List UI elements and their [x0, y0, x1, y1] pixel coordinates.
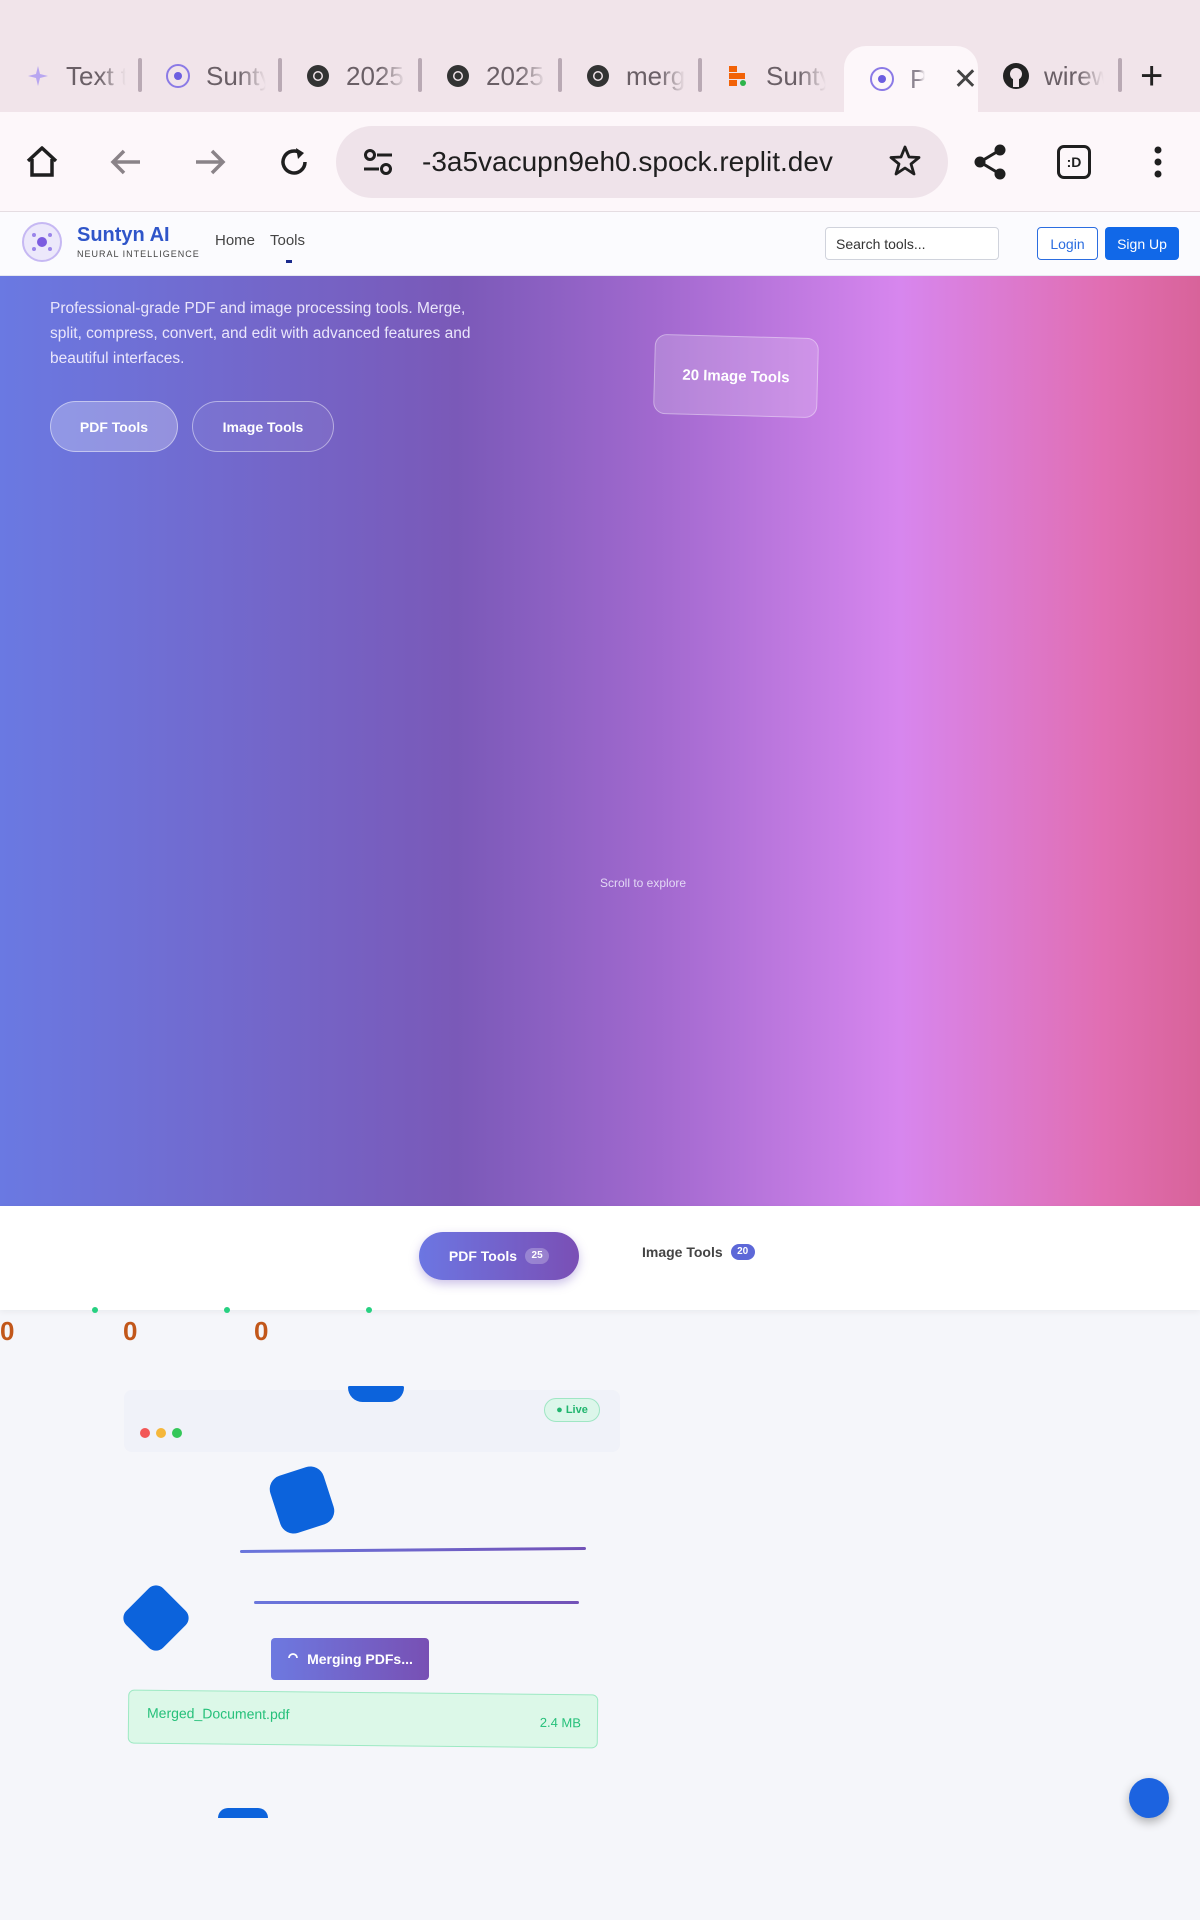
sparkle-icon [24, 62, 52, 90]
stat-indicator-dot [366, 1307, 372, 1313]
tab-label: PDF Tools [448, 1248, 518, 1264]
hero-image-tools-button[interactable]: Image Tools [192, 401, 334, 452]
hero-description: Professional-grade PDF and image process… [50, 300, 471, 367]
nav-link-home[interactable]: Home [215, 232, 255, 249]
scroll-hint: Scroll to explore [600, 876, 687, 890]
tab-image-tools[interactable]: Image Tools 20 [642, 1244, 755, 1260]
merged-file-result[interactable]: Merged_Document.pdf 2.4 MB [127, 1689, 599, 1749]
brand-name[interactable]: Suntyn AI [77, 224, 170, 247]
merge-progress-bar [254, 1601, 579, 1604]
tab-label: Image Tools [642, 1244, 723, 1260]
browser-tab-5[interactable]: merg [560, 50, 698, 102]
extension-label: :D [1057, 145, 1091, 179]
floating-action-button[interactable] [1129, 1778, 1169, 1818]
github-icon [1002, 62, 1030, 90]
chrome-icon [304, 62, 332, 90]
tab-divider [1118, 58, 1122, 92]
replit-icon [724, 62, 752, 90]
stat-value: 0 [254, 1316, 269, 1346]
browser-tab-6[interactable]: Sunty [700, 50, 838, 102]
site-settings-icon[interactable] [362, 148, 394, 181]
nav-link-tools[interactable]: Tools [270, 232, 305, 249]
merging-label: Merging PDFs... [307, 1651, 413, 1667]
floating-shape [266, 1462, 338, 1538]
tab-pdf-tools[interactable]: PDF Tools 25 [419, 1232, 579, 1280]
count-badge: 25 [525, 1248, 550, 1264]
active-nav-indicator [286, 260, 292, 263]
new-tab-icon[interactable]: + [1140, 56, 1163, 96]
window-close-dot [140, 1428, 150, 1438]
floating-shape [348, 1386, 404, 1402]
merge-demo-card: ● Live Merging PDFs... Merged_Document.p… [119, 1386, 620, 1818]
address-bar[interactable]: -3a5vacupn9eh0.spock.replit.dev [336, 126, 948, 198]
floating-shape [218, 1808, 268, 1818]
login-button[interactable]: Login [1037, 227, 1098, 260]
stat-value: 0 [0, 1316, 15, 1346]
result-file-name: Merged_Document.pdf [146, 1704, 290, 1723]
stat-value: 0 [123, 1316, 138, 1346]
image-tools-count-card: 20 Image Tools [652, 333, 820, 419]
tab-title: merg [626, 60, 686, 91]
suntyn-icon [868, 65, 896, 93]
back-arrow-icon[interactable] [104, 140, 148, 184]
forward-arrow-icon[interactable] [188, 140, 232, 184]
signup-button[interactable]: Sign Up [1105, 227, 1179, 260]
share-icon[interactable] [968, 140, 1012, 184]
browser-tab-3[interactable]: 2025( [280, 50, 418, 102]
site-navbar: Suntyn AI NEURAL INTELLIGENCE Home Tools… [0, 212, 1200, 276]
bookmark-star-icon[interactable] [888, 144, 922, 183]
url-text: -3a5vacupn9eh0.spock.replit.dev [422, 146, 833, 177]
category-tabs: PDF Tools 25 Image Tools 20 [0, 1206, 1200, 1310]
count-badge: 20 [730, 1244, 755, 1260]
floating-shape [119, 1581, 193, 1655]
browser-toolbar: -3a5vacupn9eh0.spock.replit.dev :D [0, 112, 1200, 212]
browser-tabstrip: Text t Sunty 2025( 2025( merg Sunty PD ✕… [0, 0, 1200, 112]
suntyn-icon [164, 62, 192, 90]
close-icon[interactable]: ✕ [953, 62, 978, 97]
suntyn-logo-icon[interactable] [22, 222, 62, 262]
tab-title: Text t [66, 60, 126, 91]
stat-indicator-dot [92, 1307, 98, 1313]
window-minimize-dot [156, 1428, 166, 1438]
browser-tab-2[interactable]: Sunty [140, 50, 278, 102]
chrome-icon [444, 62, 472, 90]
reload-icon[interactable] [272, 140, 316, 184]
home-icon[interactable] [20, 140, 64, 184]
live-badge: ● Live [544, 1398, 600, 1422]
tab-title: wirew [1044, 60, 1104, 91]
tab-title: 2025( [346, 60, 406, 91]
result-file-size: 2.4 MB [539, 1714, 582, 1731]
chrome-icon [584, 62, 612, 90]
browser-tab-active[interactable]: PD ✕ [844, 46, 978, 112]
hero-section: Professional-grade PDF and image process… [0, 276, 1200, 1206]
spinner-icon [287, 1651, 299, 1667]
stat-indicator-dot [224, 1307, 230, 1313]
search-input[interactable] [825, 227, 999, 260]
browser-tab-8[interactable]: wirew [978, 50, 1118, 102]
more-menu-icon[interactable] [1136, 140, 1180, 184]
hero-pdf-tools-button[interactable]: PDF Tools [50, 401, 178, 452]
tab-title: PD [910, 63, 925, 94]
extension-button[interactable]: :D [1052, 140, 1096, 184]
browser-tab-1[interactable]: Text t [0, 50, 138, 102]
merging-button[interactable]: Merging PDFs... [271, 1638, 429, 1680]
brand-tagline: NEURAL INTELLIGENCE [77, 249, 200, 259]
tab-title: Sunty [206, 60, 266, 91]
window-maximize-dot [172, 1428, 182, 1438]
tab-title: 2025( [486, 60, 546, 91]
merge-progress-bar [239, 1546, 586, 1553]
tab-title: Sunty [766, 60, 826, 91]
browser-tab-4[interactable]: 2025( [420, 50, 558, 102]
